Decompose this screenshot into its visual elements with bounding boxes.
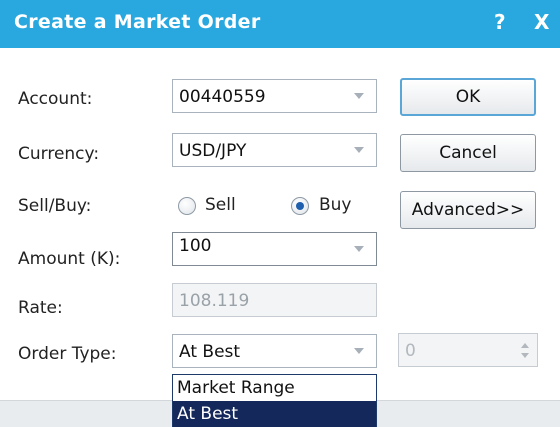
sell-radio-label: Sell (205, 195, 236, 215)
side-label: Sell/Buy: (18, 196, 92, 216)
amount-value[interactable]: 100 (179, 236, 211, 256)
amount-combo[interactable]: 100 (172, 232, 377, 266)
ok-button[interactable]: OK (400, 78, 536, 116)
range-value: 0 (405, 341, 416, 361)
cancel-button[interactable]: Cancel (400, 134, 536, 172)
range-stepper: 0 (398, 333, 538, 367)
option-at-best[interactable]: At Best (173, 401, 376, 427)
account-label: Account: (18, 89, 93, 109)
rate-value: 108.119 (179, 291, 250, 311)
title-bar: Create a Market Order ? X (0, 0, 560, 48)
chevron-down-icon[interactable] (342, 80, 376, 112)
chevron-down-icon[interactable] (342, 335, 376, 367)
rate-field: 108.119 (172, 283, 377, 317)
order-type-value: At Best (179, 342, 241, 362)
account-value: 00440559 (179, 87, 266, 107)
order-type-select[interactable]: At Best (172, 334, 377, 368)
account-select[interactable]: 00440559 (172, 79, 377, 113)
buy-radio[interactable] (291, 197, 309, 215)
option-market-range[interactable]: Market Range (173, 375, 376, 401)
stepper-down-icon (521, 353, 529, 358)
order-type-dropdown[interactable]: Market Range At Best (172, 374, 377, 427)
order-type-label: Order Type: (18, 344, 117, 364)
currency-label: Currency: (18, 144, 100, 164)
sell-radio[interactable] (178, 197, 196, 215)
currency-value: USD/JPY (179, 141, 247, 161)
help-icon[interactable]: ? (494, 10, 506, 34)
amount-label: Amount (K): (18, 249, 121, 269)
rate-label: Rate: (18, 298, 63, 318)
chevron-down-icon[interactable] (342, 134, 376, 166)
chevron-down-icon[interactable] (342, 233, 376, 265)
buy-radio-label: Buy (319, 195, 352, 215)
close-icon[interactable]: X (534, 10, 549, 34)
window-title: Create a Market Order (14, 11, 261, 33)
currency-select[interactable]: USD/JPY (172, 133, 377, 167)
advanced-button[interactable]: Advanced>> (400, 191, 536, 229)
stepper-up-icon (521, 343, 529, 348)
